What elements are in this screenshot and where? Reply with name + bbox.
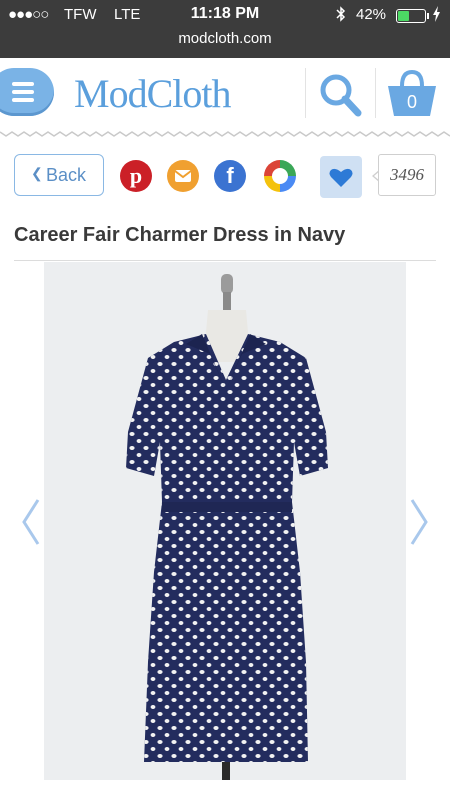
divider (305, 68, 306, 118)
divider (375, 68, 376, 118)
email-icon (174, 170, 192, 182)
previous-image-button[interactable] (18, 496, 44, 548)
menu-button[interactable] (0, 68, 54, 116)
pinterest-icon: p (129, 163, 143, 188)
product-title: Career Fair Charmer Dress in Navy (14, 224, 346, 246)
facebook-share-button[interactable]: f (214, 160, 246, 192)
cart-button[interactable]: 0 (384, 66, 440, 122)
cart-count: 0 (406, 92, 417, 112)
next-image-button[interactable] (406, 496, 432, 548)
google-share-button[interactable] (264, 160, 296, 192)
arrow-right-icon (410, 499, 428, 545)
pinterest-share-button[interactable]: p (120, 160, 152, 192)
url-bar[interactable]: modcloth.com (0, 30, 450, 47)
facebook-icon: f (226, 163, 234, 188)
battery-percent: 42% (356, 6, 387, 23)
arrow-left-icon (22, 499, 40, 545)
back-label: Back (46, 165, 87, 185)
heart-icon (329, 168, 353, 187)
battery-icon (396, 9, 426, 23)
menu-icon (12, 82, 34, 102)
charging-icon (432, 6, 441, 25)
title-divider (14, 260, 436, 261)
status-bar: ●●●○○ TFW LTE 11:18 PM 42% modcloth.com (0, 0, 450, 58)
battery-tip (427, 13, 429, 19)
chevron-left-icon: ❮ (31, 165, 43, 181)
favorite-button[interactable] (320, 156, 362, 198)
site-header: ModCloth 0 (0, 58, 450, 128)
bluetooth-icon (336, 6, 346, 25)
search-button[interactable] (312, 68, 368, 120)
site-logo[interactable]: ModCloth (74, 70, 231, 117)
dress-illustration (126, 274, 328, 780)
search-icon (320, 74, 362, 117)
favorite-count: 3496 (378, 154, 436, 196)
back-button[interactable]: ❮ Back (14, 154, 104, 196)
email-share-button[interactable] (167, 160, 199, 192)
product-image[interactable] (44, 262, 406, 780)
header-zigzag-border (0, 131, 450, 137)
google-icon (264, 160, 296, 192)
